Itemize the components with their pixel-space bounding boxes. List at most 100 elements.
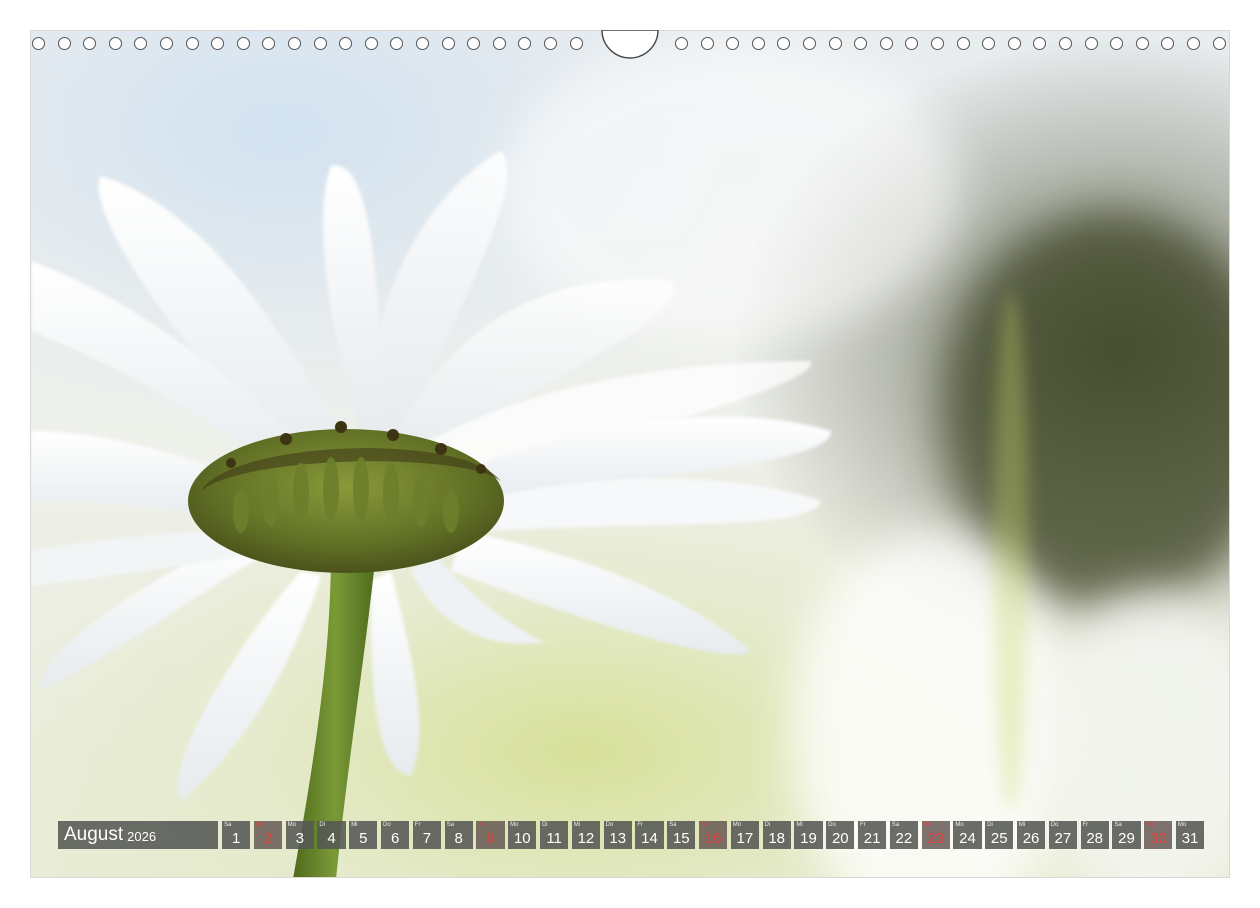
day-cell: Fr 21: [857, 821, 887, 849]
binding-hole: [211, 37, 225, 50]
day-weekday: Mo: [955, 822, 964, 828]
day-cell: Di 11: [539, 821, 569, 849]
day-weekday: Di: [987, 822, 993, 828]
day-number: 9: [486, 830, 495, 847]
day-number: 2: [263, 830, 273, 847]
day-weekday: Mi: [1018, 822, 1026, 828]
day-weekday: Do: [605, 822, 614, 828]
day-cell: Di 18: [762, 821, 791, 849]
binding-hole: [288, 37, 301, 50]
day-number: 21: [863, 830, 881, 847]
day-cell: Do 27: [1048, 821, 1078, 849]
day-number: 3: [295, 830, 304, 847]
day-number: 16: [704, 830, 722, 847]
binding-hole: [262, 37, 276, 50]
binding-hole: [982, 37, 996, 50]
binding-hole: [854, 37, 868, 50]
day-number: 24: [959, 830, 976, 847]
day-weekday: Sa: [1114, 822, 1122, 828]
day-number: 10: [513, 830, 531, 847]
day-number: 6: [390, 830, 400, 847]
day-weekday: Do: [828, 822, 836, 828]
day-cell: Mi 5: [349, 821, 378, 849]
month-name: August: [64, 824, 124, 845]
day-number: 25: [990, 830, 1008, 847]
day-weekday: Mi: [796, 822, 803, 828]
binding-hole: [828, 37, 842, 50]
day-weekday: Mo: [287, 822, 296, 828]
binding-hole: [700, 37, 714, 50]
day-weekday: Fr: [1082, 822, 1089, 828]
day-cell: Mo 24: [953, 821, 982, 849]
day-weekday: Mo: [1177, 822, 1187, 828]
day-cell: So 23: [921, 821, 950, 849]
binding-hole: [931, 37, 944, 50]
day-weekday: Mo: [510, 822, 519, 828]
day-number: 22: [895, 830, 913, 847]
calendar-strip: August 2026 Sa 1 So 2 Mo 3 Di 4 Mi 5 Do 6 Fr 7 Sa 8 So 9 M…: [58, 821, 1205, 849]
binding-hole: [83, 37, 97, 50]
day-number: 19: [800, 830, 817, 847]
day-weekday: Di: [764, 822, 771, 828]
month-label: August 2026: [58, 821, 218, 849]
day-number: 4: [327, 830, 336, 847]
day-cell: Di 25: [985, 821, 1014, 849]
day-number: 8: [454, 830, 463, 847]
day-weekday: Sa: [446, 822, 454, 828]
day-cell: Do 13: [603, 821, 632, 849]
day-cell: Sa 15: [667, 821, 696, 849]
binding-hole: [108, 37, 122, 50]
daisy-illustration: [31, 41, 1229, 877]
day-weekday: Mi: [351, 822, 358, 828]
day-number: 18: [768, 830, 786, 847]
day-cell: So 9: [476, 821, 505, 849]
day-cell: Fr 14: [635, 821, 664, 849]
day-number: 29: [1118, 830, 1135, 847]
day-weekday: Di: [319, 822, 326, 828]
binding-hole: [1161, 37, 1175, 50]
binding-hole: [569, 37, 583, 50]
binding-hole: [905, 37, 919, 50]
day-weekday: So: [700, 822, 709, 828]
day-number: 5: [359, 830, 368, 847]
day-weekday: Do: [1050, 822, 1059, 828]
day-weekday: So: [1146, 822, 1154, 828]
calendar-page: August 2026 Sa 1 So 2 Mo 3 Di 4 Mi 5 Do 6 Fr 7 Sa 8 So 9 M…: [0, 0, 1260, 908]
day-weekday: So: [255, 822, 264, 828]
month-year: 2026: [127, 829, 157, 844]
day-weekday: Sa: [669, 822, 677, 828]
ring-hanger-icon: [601, 30, 659, 59]
day-cell: Do 6: [380, 821, 410, 849]
day-cell: So 2: [253, 821, 283, 849]
daisy-photo: [30, 30, 1230, 878]
binding-hole: [416, 37, 429, 50]
binding-hole: [879, 37, 893, 50]
day-cell: Mo 17: [730, 821, 760, 849]
day-number: 15: [672, 830, 690, 847]
binding-hole: [777, 37, 791, 50]
day-cell: So 30: [1144, 821, 1173, 849]
binding-hole: [675, 37, 688, 50]
day-number: 11: [546, 830, 562, 847]
binding-hole: [339, 37, 353, 50]
day-number: 28: [1086, 830, 1103, 847]
binding-hole: [1033, 37, 1047, 50]
binding-hole: [313, 37, 327, 50]
day-number: 26: [1022, 830, 1040, 847]
day-cell: Di 4: [317, 821, 346, 849]
binding-hole: [1007, 37, 1021, 50]
day-number: 12: [577, 830, 595, 847]
day-number: 1: [231, 830, 241, 847]
day-weekday: Do: [382, 822, 391, 828]
binding-hole: [1110, 37, 1124, 50]
day-cell: Do 20: [826, 821, 855, 849]
day-weekday: Di: [541, 822, 548, 828]
binding-hole: [160, 37, 173, 50]
day-cell: So 16: [698, 821, 728, 849]
binding-hole: [803, 37, 816, 50]
binding-hole: [57, 37, 71, 50]
day-number: 30: [1149, 830, 1167, 847]
day-weekday: Sa: [224, 822, 232, 828]
binding-hole: [492, 37, 506, 50]
binding-hole: [1187, 37, 1200, 50]
